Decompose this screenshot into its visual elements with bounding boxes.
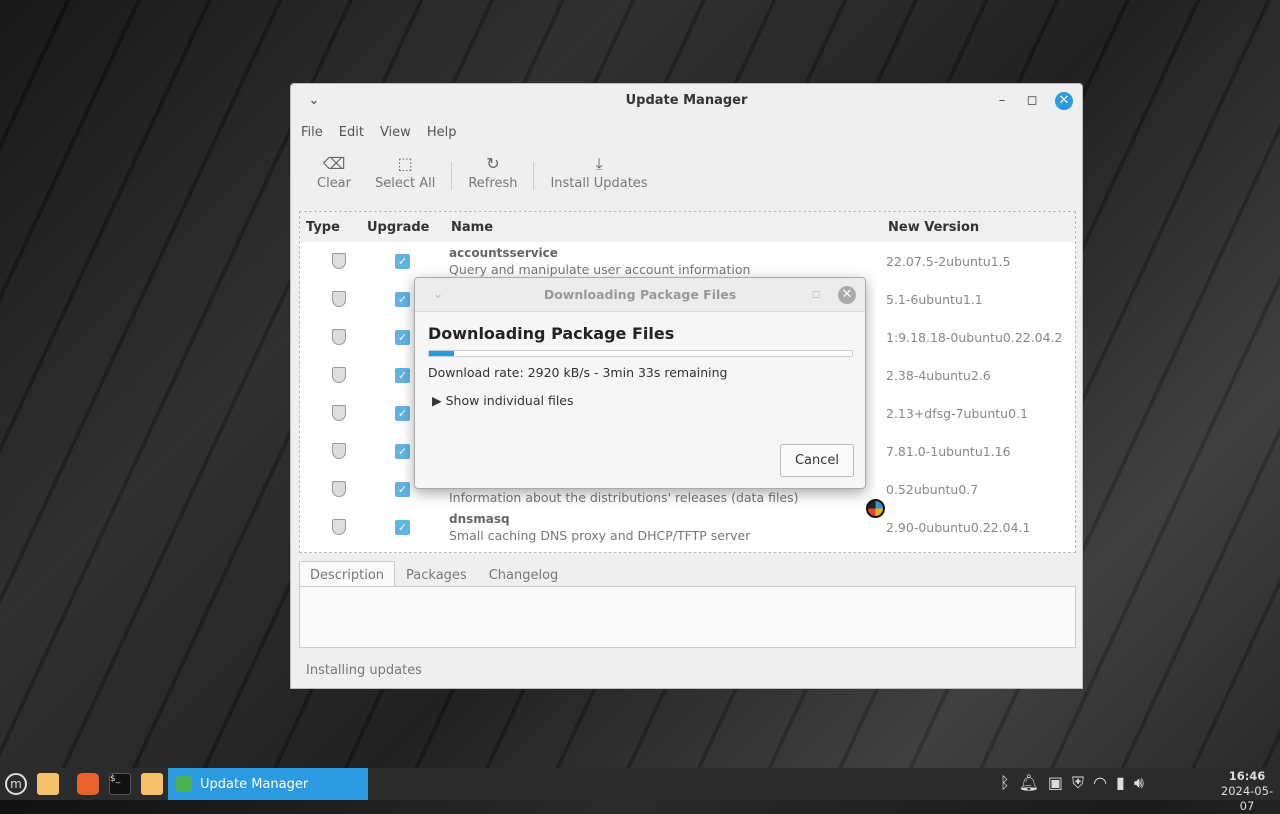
package-version: 1:9.18.18-0ubuntu0.22.04.2: [886, 330, 1063, 345]
description-pane: [299, 586, 1076, 648]
battery-charging-icon[interactable]: ▮: [1116, 773, 1125, 793]
refresh-icon: ↻: [486, 154, 500, 173]
package-name: dnsmasq: [449, 512, 510, 526]
package-description: Information about the distributions' rel…: [449, 490, 799, 505]
files-icon[interactable]: [141, 773, 163, 795]
select-all-icon: ⬚: [397, 154, 413, 173]
clear-label: Clear: [317, 176, 351, 191]
taskbar-update-manager[interactable]: Update Manager: [168, 768, 368, 800]
bluetooth-icon[interactable]: ᛒ: [1000, 773, 1010, 793]
column-new-version[interactable]: New Version: [888, 220, 979, 235]
progress-fill: [429, 351, 455, 356]
upgrade-checkbox[interactable]: ✓: [395, 482, 410, 497]
toolbar-separator: [451, 162, 453, 190]
upgrade-checkbox[interactable]: ✓: [395, 254, 410, 269]
security-shield-icon: [332, 329, 346, 345]
package-version: 5.1-6ubuntu1.1: [886, 292, 983, 307]
close-button[interactable]: ✕: [1055, 92, 1073, 110]
package-version: 0.52ubuntu0.7: [886, 482, 979, 497]
security-shield-icon: [332, 405, 346, 421]
column-name[interactable]: Name: [451, 220, 493, 235]
clock-time: 16:46: [1228, 769, 1266, 783]
download-rate-text: Download rate: 2920 kB/s - 3min 33s rema…: [428, 365, 728, 380]
download-dialog: ⌄ Downloading Package Files ◻ ✕ Download…: [414, 277, 866, 489]
package-description: Query and manipulate user account inform…: [449, 262, 751, 277]
upgrade-checkbox[interactable]: ✓: [395, 406, 410, 421]
upgrade-checkbox[interactable]: ✓: [395, 330, 410, 345]
status-text: Installing updates: [306, 663, 422, 678]
notifications-bell-icon[interactable]: 🔔︎: [1019, 773, 1039, 793]
download-progress-bar: [428, 350, 853, 357]
show-desktop-icon[interactable]: [37, 773, 59, 795]
security-shield-icon: [332, 291, 346, 307]
dialog-heading: Downloading Package Files: [428, 324, 675, 343]
column-type[interactable]: Type: [306, 220, 340, 235]
update-manager-shield-icon: [176, 776, 192, 792]
security-shield-icon: [332, 253, 346, 269]
package-description: Small caching DNS proxy and DHCP/TFTP se…: [449, 528, 751, 543]
security-shield-icon: [332, 481, 346, 497]
mint-menu-icon[interactable]: m: [5, 773, 27, 795]
update-shield-icon[interactable]: ⛨: [1072, 773, 1084, 793]
package-version: 22.07.5-2ubuntu1.5: [886, 254, 1011, 269]
task-label: Update Manager: [200, 776, 309, 792]
maximize-button[interactable]: ◻: [1023, 92, 1041, 110]
security-shield-icon: [332, 367, 346, 383]
busy-cursor-icon: [866, 499, 885, 518]
menu-file[interactable]: File: [301, 125, 323, 140]
package-version: 7.81.0-1ubuntu1.16: [886, 444, 1011, 459]
select-all-label: Select All: [375, 176, 436, 191]
install-updates-label: Install Updates: [550, 176, 648, 191]
clock-date: 2024-05-07: [1220, 784, 1274, 813]
security-shield-icon: [332, 519, 346, 535]
firefox-icon[interactable]: [77, 773, 99, 795]
download-icon: ⤓: [595, 154, 603, 173]
dialog-title: Downloading Package Files: [543, 287, 737, 302]
package-version: 2.38-4ubuntu2.6: [886, 368, 991, 383]
upgrade-checkbox[interactable]: ✓: [395, 368, 410, 383]
refresh-label: Refresh: [468, 176, 518, 191]
table-row[interactable]: ✓ accountsservice Query and manipulate u…: [300, 242, 1075, 280]
install-updates-button[interactable]: ⤓ Install Updates: [538, 154, 659, 191]
expander-triangle-icon: ▶: [432, 393, 442, 408]
upgrade-checkbox[interactable]: ✓: [395, 292, 410, 307]
menu-edit[interactable]: Edit: [339, 125, 364, 140]
minimize-button[interactable]: –: [993, 92, 1011, 110]
upgrade-checkbox[interactable]: ✓: [395, 520, 410, 535]
column-upgrade[interactable]: Upgrade: [367, 220, 429, 235]
clipboard-alert-icon[interactable]: ▣: [1048, 773, 1063, 793]
cancel-button[interactable]: Cancel: [780, 444, 854, 477]
expander-label: Show individual files: [445, 393, 574, 408]
menu-bar: File Edit View Help: [301, 125, 456, 140]
dialog-title-bar: ⌄ Downloading Package Files ◻ ✕: [415, 278, 865, 312]
select-all-button[interactable]: ⬚ Select All: [363, 154, 447, 191]
toolbar-separator: [533, 162, 535, 190]
table-row[interactable]: ✓ dnsmasq Small caching DNS proxy and DH…: [300, 508, 1075, 546]
clock[interactable]: 16:46 2024-05-07: [1214, 769, 1280, 814]
package-name: accountsservice: [449, 246, 558, 260]
taskbar: m $_ Update Manager ᛒ 🔔︎ ▣ ⛨ ◠ ▮ 🔊︎ 16:4…: [0, 768, 1280, 813]
wifi-icon[interactable]: ◠: [1093, 773, 1107, 793]
dialog-maximize-button[interactable]: ◻: [807, 286, 825, 304]
show-files-expander[interactable]: ▶ Show individual files: [432, 393, 574, 408]
backspace-icon: ⌫: [322, 154, 346, 173]
menu-help[interactable]: Help: [427, 125, 457, 140]
package-version: 2.13+dfsg-7ubuntu0.1: [886, 406, 1028, 421]
list-header: Type Upgrade Name New Version: [300, 212, 1075, 242]
title-bar: ⌄ Update Manager – ◻ ✕: [291, 84, 1082, 118]
dialog-close-button[interactable]: ✕: [838, 286, 856, 304]
system-tray: ᛒ 🔔︎ ▣ ⛨ ◠ ▮ 🔊︎: [1000, 773, 1144, 793]
menu-view[interactable]: View: [380, 125, 411, 140]
toolbar: ⌫ Clear ⬚ Select All ↻ Refresh ⤓ Install Upd…: [305, 154, 660, 194]
refresh-button[interactable]: ↻ Refresh: [456, 154, 529, 191]
window-title: Update Manager: [625, 93, 748, 108]
terminal-icon[interactable]: $_: [109, 773, 131, 795]
clear-button[interactable]: ⌫ Clear: [305, 154, 363, 191]
security-shield-icon: [332, 443, 346, 459]
upgrade-checkbox[interactable]: ✓: [395, 444, 410, 459]
volume-icon[interactable]: 🔊︎: [1134, 773, 1144, 793]
package-version: 2.90-0ubuntu0.22.04.1: [886, 520, 1031, 535]
